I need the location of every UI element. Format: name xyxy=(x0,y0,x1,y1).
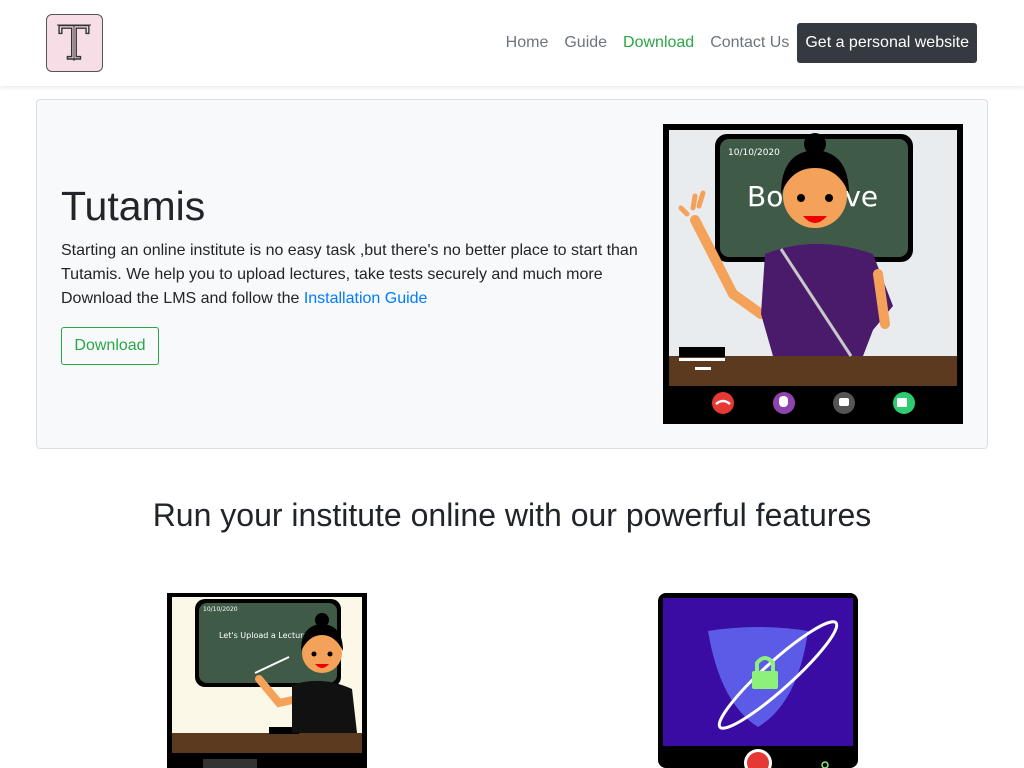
nav-download-link[interactable]: Download xyxy=(623,34,694,52)
svg-text:Let's Upload a Lecture: Let's Upload a Lecture xyxy=(219,631,308,640)
hero-jumbotron: Tutamis Starting an online institute is … xyxy=(36,99,988,449)
nav-contact-link[interactable]: Contact Us xyxy=(710,34,789,52)
upload-lecture-illustration: 10/10/2020 Let's Upload a Lecture xyxy=(167,593,367,768)
features-heading: Run your institute online with our power… xyxy=(152,497,872,533)
nav-guide-link[interactable]: Guide xyxy=(564,34,607,52)
download-button[interactable]: Download xyxy=(61,327,159,365)
nav-home-link[interactable]: Home xyxy=(506,34,549,52)
svg-text:10/10/2020: 10/10/2020 xyxy=(728,148,780,158)
hero-description: Starting an online institute is no easy … xyxy=(61,239,651,311)
svg-text:10/10/2020: 10/10/2020 xyxy=(203,606,238,613)
secure-tests-illustration xyxy=(658,593,858,768)
hero-text-line1: Starting an online institute is no easy … xyxy=(61,242,638,283)
installation-guide-link[interactable]: Installation Guide xyxy=(304,290,428,307)
site-logo[interactable]: T xyxy=(46,14,103,72)
nav-links: Home Guide Download Contact Us Get a per… xyxy=(506,23,977,63)
personal-website-button[interactable]: Get a personal website xyxy=(797,23,977,63)
live-class-illustration: 10/10/2020 Both Live xyxy=(663,124,963,424)
hero-text-line2: Download the LMS and follow the xyxy=(61,290,304,307)
top-navbar: T Home Guide Download Contact Us Get a p… xyxy=(0,0,1024,86)
hero-title: Tutamis xyxy=(61,183,206,229)
logo-t-icon: T xyxy=(57,15,91,71)
